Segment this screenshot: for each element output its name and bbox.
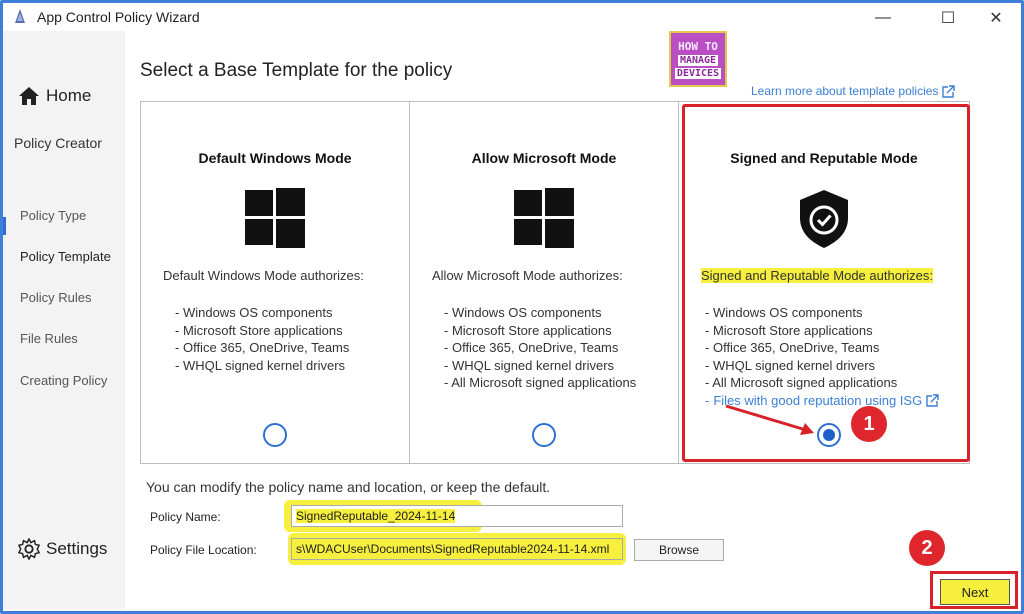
windows-logo-icon bbox=[514, 188, 574, 248]
external-link-icon bbox=[926, 394, 939, 407]
list-item: WHQL signed kernel drivers bbox=[705, 357, 939, 375]
close-button[interactable]: ✕ bbox=[973, 5, 1019, 31]
sidebar-item-policy-rules[interactable]: Policy Rules bbox=[20, 290, 92, 305]
list-item: WHQL signed kernel drivers bbox=[175, 357, 349, 375]
policy-location-label: Policy File Location: bbox=[150, 543, 257, 557]
annotation-arrow bbox=[725, 404, 814, 435]
list-item: Windows OS components bbox=[705, 304, 939, 322]
template-description: Default Windows Mode authorizes: bbox=[163, 268, 364, 283]
template-description: Signed and Reputable Mode authorizes: bbox=[701, 268, 933, 283]
gear-icon bbox=[18, 538, 40, 560]
template-features: Windows OS components Microsoft Store ap… bbox=[444, 304, 636, 392]
windows-logo-icon bbox=[245, 188, 305, 248]
external-link-icon bbox=[942, 84, 956, 98]
template-card-default-windows[interactable]: Default Windows Mode Default Windows Mod… bbox=[141, 102, 410, 463]
template-features: Windows OS components Microsoft Store ap… bbox=[175, 304, 349, 374]
nav-settings-label: Settings bbox=[46, 539, 108, 558]
template-radio-allow-microsoft[interactable] bbox=[532, 423, 556, 447]
list-item: Office 365, OneDrive, Teams bbox=[705, 339, 939, 357]
policy-name-label: Policy Name: bbox=[150, 510, 221, 524]
next-button[interactable]: Next bbox=[940, 579, 1010, 605]
minimize-button[interactable]: — bbox=[860, 5, 906, 31]
list-item: Office 365, OneDrive, Teams bbox=[444, 339, 636, 357]
template-title: Allow Microsoft Mode bbox=[471, 150, 617, 166]
list-item: All Microsoft signed applications bbox=[705, 374, 939, 392]
list-item: All Microsoft signed applications bbox=[444, 374, 636, 392]
template-card-signed-reputable[interactable]: Signed and Reputable Mode Signed and Rep… bbox=[679, 102, 969, 463]
template-features: Windows OS components Microsoft Store ap… bbox=[705, 304, 939, 410]
title-bar: App Control Policy Wizard — ☐ ✕ bbox=[3, 3, 1021, 31]
template-title: Default Windows Mode bbox=[198, 150, 352, 166]
app-icon bbox=[15, 9, 25, 23]
window-title: App Control Policy Wizard bbox=[37, 9, 200, 25]
list-item: Microsoft Store applications bbox=[175, 322, 349, 340]
template-card-allow-microsoft[interactable]: Allow Microsoft Mode Allow Microsoft Mod… bbox=[410, 102, 679, 463]
nav-home[interactable]: Home bbox=[18, 86, 91, 106]
step-badge-1: 1 bbox=[851, 406, 887, 442]
list-item: WHQL signed kernel drivers bbox=[444, 357, 636, 375]
sidebar-item-policy-template[interactable]: Policy Template bbox=[20, 249, 111, 264]
list-item: Windows OS components bbox=[444, 304, 636, 322]
nav-home-label: Home bbox=[46, 86, 92, 105]
sidebar bbox=[3, 31, 125, 609]
home-icon bbox=[19, 87, 39, 105]
nav-settings[interactable]: Settings bbox=[18, 538, 107, 560]
maximize-button[interactable]: ☐ bbox=[925, 5, 971, 31]
sidebar-item-file-rules[interactable]: File Rules bbox=[20, 331, 78, 346]
shield-check-icon bbox=[800, 190, 848, 248]
sidebar-item-policy-type[interactable]: Policy Type bbox=[20, 208, 86, 223]
site-logo: HOW TO MANAGE DEVICES bbox=[669, 31, 727, 87]
policy-location-input[interactable]: s\WDACUser\Documents\SignedReputable2024… bbox=[291, 538, 623, 560]
list-item: Windows OS components bbox=[175, 304, 349, 322]
page-title: Select a Base Template for the policy bbox=[140, 60, 453, 81]
template-title: Signed and Reputable Mode bbox=[730, 150, 918, 166]
learn-more-link[interactable]: Learn more about template policies bbox=[751, 84, 956, 98]
step-badge-2: 2 bbox=[909, 530, 945, 566]
modify-instructions: You can modify the policy name and locat… bbox=[146, 479, 551, 495]
nav-active-indicator bbox=[3, 217, 6, 235]
template-cards: Default Windows Mode Default Windows Mod… bbox=[140, 101, 970, 464]
sidebar-item-creating-policy[interactable]: Creating Policy bbox=[20, 373, 107, 388]
policy-name-input[interactable]: SignedReputable_2024-11-14 bbox=[291, 505, 623, 527]
nav-section-policy-creator: Policy Creator bbox=[14, 135, 102, 151]
template-radio-default-windows[interactable] bbox=[263, 423, 287, 447]
list-item: Microsoft Store applications bbox=[705, 322, 939, 340]
template-description: Allow Microsoft Mode authorizes: bbox=[432, 268, 623, 283]
browse-button[interactable]: Browse bbox=[634, 539, 724, 561]
list-item: Microsoft Store applications bbox=[444, 322, 636, 340]
list-item: Office 365, OneDrive, Teams bbox=[175, 339, 349, 357]
